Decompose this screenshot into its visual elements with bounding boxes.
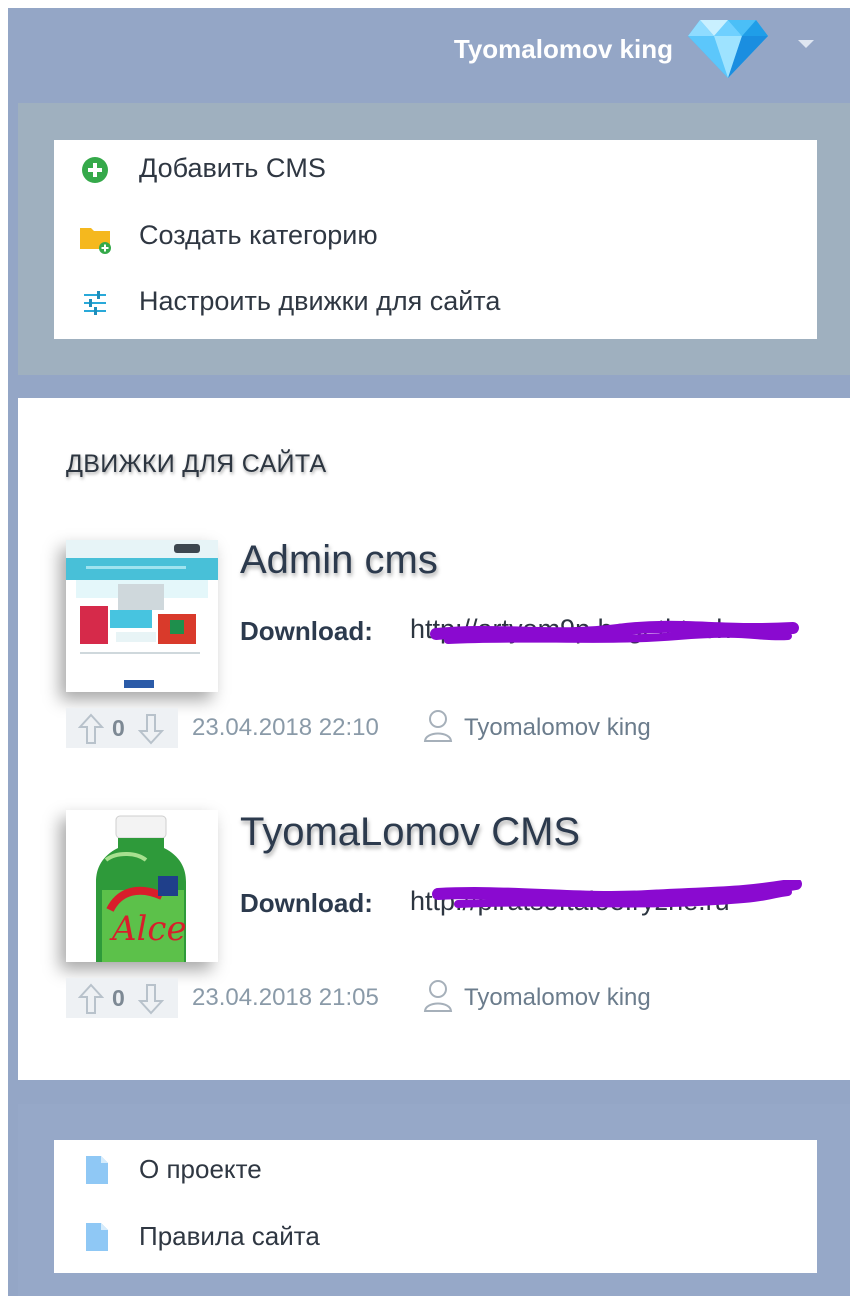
download-label: Download:	[240, 616, 373, 646]
add-cms-item[interactable]: Добавить CMS	[54, 140, 817, 200]
arrow-up-icon[interactable]	[78, 982, 104, 1016]
folder-add-icon	[80, 228, 111, 254]
redaction-scribble	[430, 620, 799, 644]
post-author[interactable]: Tyomalomov king	[464, 714, 651, 742]
post-date: 23.04.2018 22:10	[192, 714, 379, 741]
post-meta: 0 23.04.2018 22:10 Tyomalomov king	[66, 708, 826, 748]
add-circle-icon	[82, 157, 108, 183]
vote-widget: 0	[66, 978, 178, 1018]
arrow-up-icon[interactable]	[78, 712, 104, 746]
user-name[interactable]: Tyomalomov king	[454, 34, 673, 65]
action-label: Создать категорию	[139, 220, 378, 250]
vote-widget: 0	[66, 708, 178, 748]
create-category-item[interactable]: Создать категорию	[54, 207, 817, 267]
vote-count: 0	[112, 715, 125, 741]
diamond-icon[interactable]	[688, 10, 768, 80]
user-icon	[423, 710, 453, 742]
post-author[interactable]: Tyomalomov king	[464, 984, 651, 1012]
arrow-down-icon[interactable]	[138, 982, 164, 1016]
post-date: 23.04.2018 21:05	[192, 984, 379, 1011]
post-meta: 0 23.04.2018 21:05 Tyomalomov king	[66, 978, 826, 1018]
post-thumbnail[interactable]: Alce	[66, 810, 218, 962]
action-label: Добавить CMS	[139, 153, 326, 183]
chevron-down-icon[interactable]	[798, 40, 814, 48]
download-label: Download:	[240, 888, 373, 918]
action-label: Настроить движки для сайта	[139, 286, 501, 316]
post-title[interactable]: Admin cms	[240, 538, 438, 583]
footer-link-label: Правила сайта	[139, 1221, 320, 1251]
redaction-scribble	[432, 880, 802, 908]
sliders-icon	[84, 291, 106, 315]
footer-link-label: О проекте	[139, 1154, 262, 1184]
vote-count: 0	[112, 985, 125, 1011]
configure-engines-item[interactable]: Настроить движки для сайта	[54, 273, 817, 333]
document-icon	[86, 1156, 108, 1184]
site-rules-link[interactable]: Правила сайта	[54, 1207, 817, 1267]
post-thumbnail[interactable]	[66, 540, 218, 692]
actions-menu: Добавить CMS Создать категорию Настроить…	[54, 140, 817, 339]
post-title[interactable]: TyomaLomov CMS	[240, 810, 580, 855]
svg-text:Alce: Alce	[109, 909, 187, 949]
engines-section: ДВИЖКИ ДЛЯ САЙТА Admin cms Download: htt…	[18, 398, 850, 1080]
footer-menu: О проекте Правила сайта	[54, 1140, 817, 1273]
section-title: ДВИЖКИ ДЛЯ САЙТА	[66, 450, 327, 478]
user-icon	[423, 980, 453, 1012]
document-icon	[86, 1223, 108, 1251]
arrow-down-icon[interactable]	[138, 712, 164, 746]
about-project-link[interactable]: О проекте	[54, 1140, 817, 1200]
